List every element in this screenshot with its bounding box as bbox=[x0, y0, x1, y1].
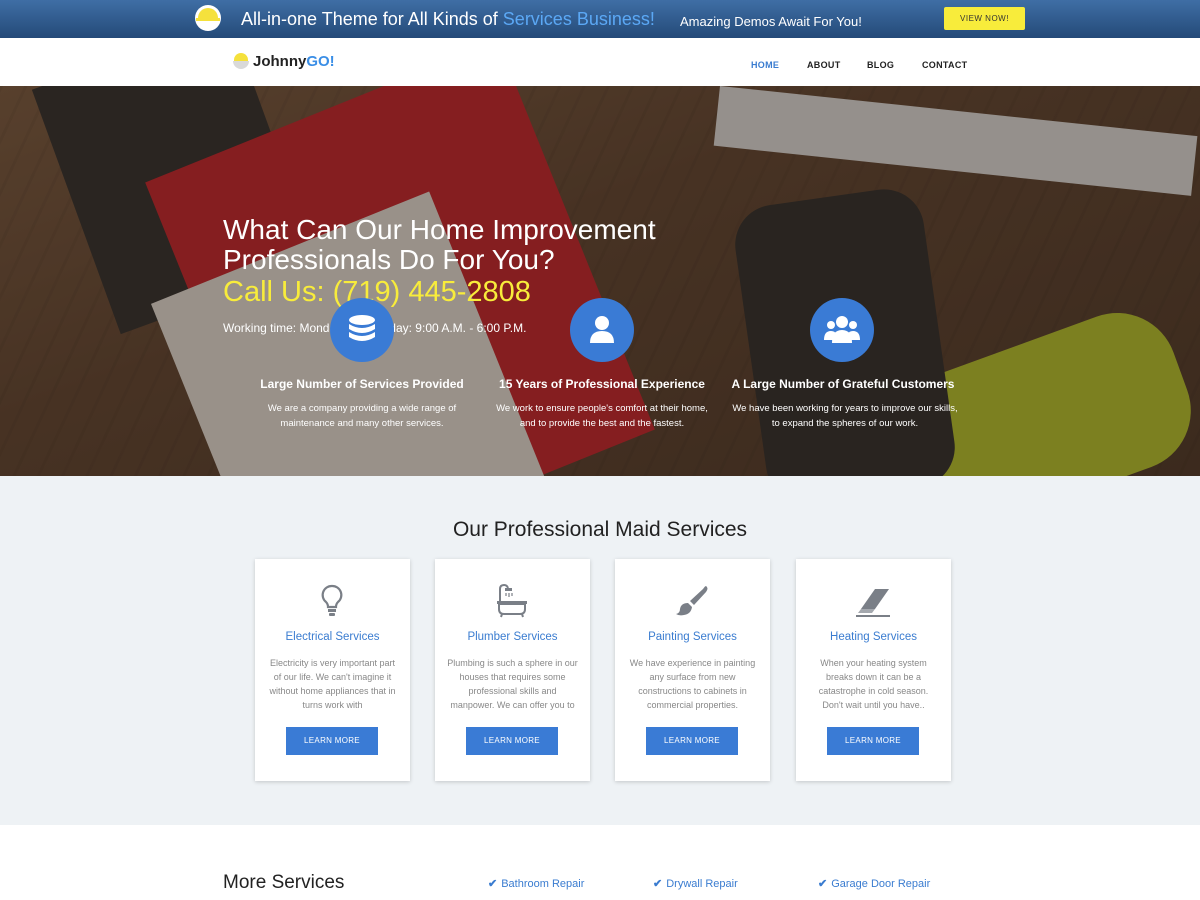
service-card-title: Plumber Services bbox=[467, 631, 558, 643]
eraser-icon bbox=[856, 589, 890, 617]
service-card-title: Painting Services bbox=[648, 631, 737, 643]
service-card-text: We have experience in painting any surfa… bbox=[629, 658, 756, 710]
check-icon: ✔ bbox=[488, 878, 498, 890]
service-card: Plumber Services Plumbing is such a sphe… bbox=[435, 559, 590, 781]
services-section: Our Professional Maid Services Electrica… bbox=[0, 476, 1200, 825]
nav-blog[interactable]: BLOG bbox=[867, 60, 894, 70]
brand-suffix: GO! bbox=[306, 52, 335, 70]
promo-inner: All-in-one Theme for All Kinds of Servic… bbox=[175, 0, 1025, 38]
service-card-title: Electrical Services bbox=[285, 631, 380, 643]
nav-contact[interactable]: CONTACT bbox=[922, 60, 967, 70]
view-now-button[interactable]: VIEW NOW! bbox=[944, 7, 1025, 30]
more-service-label: Bathroom Repair bbox=[501, 878, 585, 890]
paintbrush-icon bbox=[676, 586, 708, 616]
database-icon bbox=[330, 298, 394, 362]
helmet-icon bbox=[232, 52, 250, 70]
promo-title-highlight: Services Business! bbox=[502, 9, 655, 29]
more-services-title: More Services bbox=[223, 872, 345, 893]
brand-logo[interactable]: Johnny GO! bbox=[232, 50, 335, 72]
helmet-logo-icon bbox=[195, 5, 221, 31]
learn-more-button[interactable]: LEARN MORE bbox=[286, 727, 378, 755]
service-card: Electrical Services Electricity is very … bbox=[255, 559, 410, 781]
brand-name: Johnny bbox=[253, 52, 307, 70]
service-card: Painting Services We have experience in … bbox=[615, 559, 770, 781]
learn-more-button[interactable]: LEARN MORE bbox=[466, 727, 558, 755]
more-service-link[interactable]: ✔ Garage Door Repair bbox=[818, 877, 930, 890]
check-icon: ✔ bbox=[653, 878, 663, 890]
feature-text: We are a company providing a wide range … bbox=[267, 403, 457, 429]
lightbulb-icon bbox=[321, 584, 343, 616]
bathtub-icon bbox=[497, 583, 527, 618]
more-service-label: Garage Door Repair bbox=[831, 878, 931, 890]
service-card: Heating Services When your heating syste… bbox=[796, 559, 951, 781]
feature-text: We work to ensure people's comfort at th… bbox=[496, 403, 708, 429]
site-header: Johnny GO! HOME ABOUT BLOG CONTACT bbox=[0, 38, 1200, 86]
more-service-link[interactable]: ✔ Drywall Repair bbox=[653, 877, 738, 890]
promo-title-prefix: All-in-one Theme for All Kinds of bbox=[241, 9, 503, 29]
hero-title: What Can Our Home Improvement Profession… bbox=[223, 214, 656, 275]
service-card-text: When your heating system breaks down it … bbox=[818, 658, 929, 710]
hero-section: What Can Our Home Improvement Profession… bbox=[0, 86, 1200, 476]
promo-bar: All-in-one Theme for All Kinds of Servic… bbox=[0, 0, 1200, 38]
service-card-title: Heating Services bbox=[830, 631, 917, 643]
users-icon bbox=[810, 298, 874, 362]
check-icon: ✔ bbox=[818, 878, 828, 890]
learn-more-button[interactable]: LEARN MORE bbox=[646, 727, 738, 755]
promo-title: All-in-one Theme for All Kinds of Servic… bbox=[241, 9, 655, 30]
more-service-label: Drywall Repair bbox=[666, 878, 738, 890]
service-card-text: Plumbing is such a sphere in our houses … bbox=[447, 658, 578, 710]
service-card-text: Electricity is very important part of ou… bbox=[269, 658, 396, 710]
feature-text: We have been working for years to improv… bbox=[732, 403, 958, 429]
promo-subtitle: Amazing Demos Await For You! bbox=[680, 14, 862, 29]
more-services-section: More Services ✔ Bathroom Repair ✔ Drywall … bbox=[0, 825, 1200, 900]
feature-title: 15 Years of Professional Experience bbox=[499, 377, 705, 391]
services-title: Our Professional Maid Services bbox=[452, 518, 748, 541]
feature-title: Large Number of Services Provided bbox=[260, 377, 464, 391]
nav-home[interactable]: HOME bbox=[751, 60, 779, 70]
learn-more-button[interactable]: LEARN MORE bbox=[827, 727, 919, 755]
feature-title: A Large Number of Grateful Customers bbox=[731, 377, 955, 391]
nav-about[interactable]: ABOUT bbox=[807, 60, 841, 70]
user-icon bbox=[570, 298, 634, 362]
more-service-link[interactable]: ✔ Bathroom Repair bbox=[488, 877, 584, 890]
